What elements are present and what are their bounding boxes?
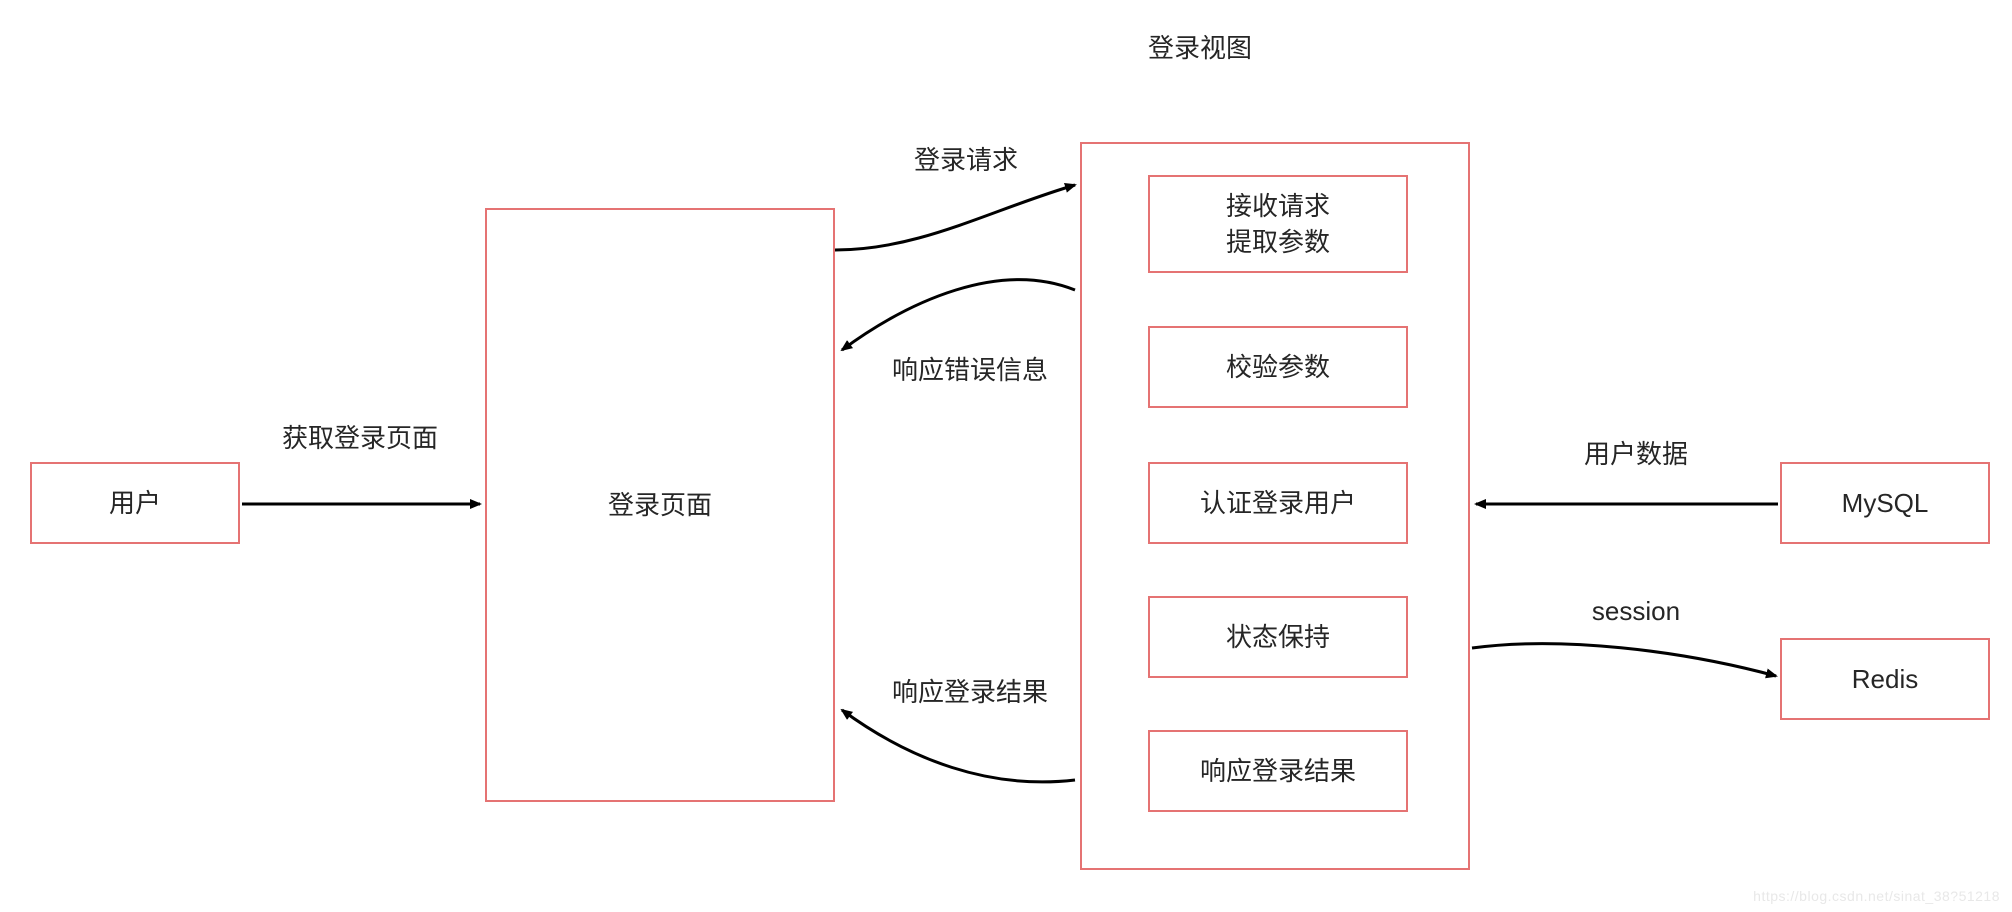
edge-resp-result-label: 响应登录结果 <box>870 672 1070 709</box>
node-user: 用户 <box>30 462 240 544</box>
edge-login-request-arrow <box>835 185 1075 250</box>
edge-session-label: session <box>1556 596 1716 627</box>
diagram-title: 登录视图 <box>1100 28 1300 65</box>
edge-resp-error-arrow <box>842 280 1075 350</box>
edge-resp-result-arrow <box>842 710 1075 782</box>
node-step-state-label: 状态保持 <box>1226 619 1330 655</box>
node-step-validate: 校验参数 <box>1148 326 1408 408</box>
node-step-auth: 认证登录用户 <box>1148 462 1408 544</box>
node-step-receive: 接收请求 提取参数 <box>1148 175 1408 273</box>
node-login-page-label: 登录页面 <box>608 487 712 523</box>
watermark: https://blog.csdn.net/sinat_38?51218 <box>1753 888 2000 904</box>
node-mysql-label: MySQL <box>1842 485 1929 521</box>
node-login-page: 登录页面 <box>485 208 835 802</box>
node-step-state: 状态保持 <box>1148 596 1408 678</box>
edge-resp-error-label: 响应错误信息 <box>870 350 1070 387</box>
node-step-receive-label: 接收请求 提取参数 <box>1226 188 1330 261</box>
node-step-validate-label: 校验参数 <box>1226 349 1330 385</box>
node-step-response-label: 响应登录结果 <box>1200 753 1356 789</box>
edge-get-login-page-label: 获取登录页面 <box>260 418 460 455</box>
node-redis-label: Redis <box>1852 661 1918 697</box>
node-mysql: MySQL <box>1780 462 1990 544</box>
edge-user-data-label: 用户数据 <box>1556 434 1716 471</box>
node-step-auth-label: 认证登录用户 <box>1200 485 1356 521</box>
edge-login-request-label: 登录请求 <box>886 140 1046 177</box>
node-user-label: 用户 <box>109 485 161 521</box>
node-redis: Redis <box>1780 638 1990 720</box>
node-step-response: 响应登录结果 <box>1148 730 1408 812</box>
edge-session-arrow <box>1472 644 1776 676</box>
